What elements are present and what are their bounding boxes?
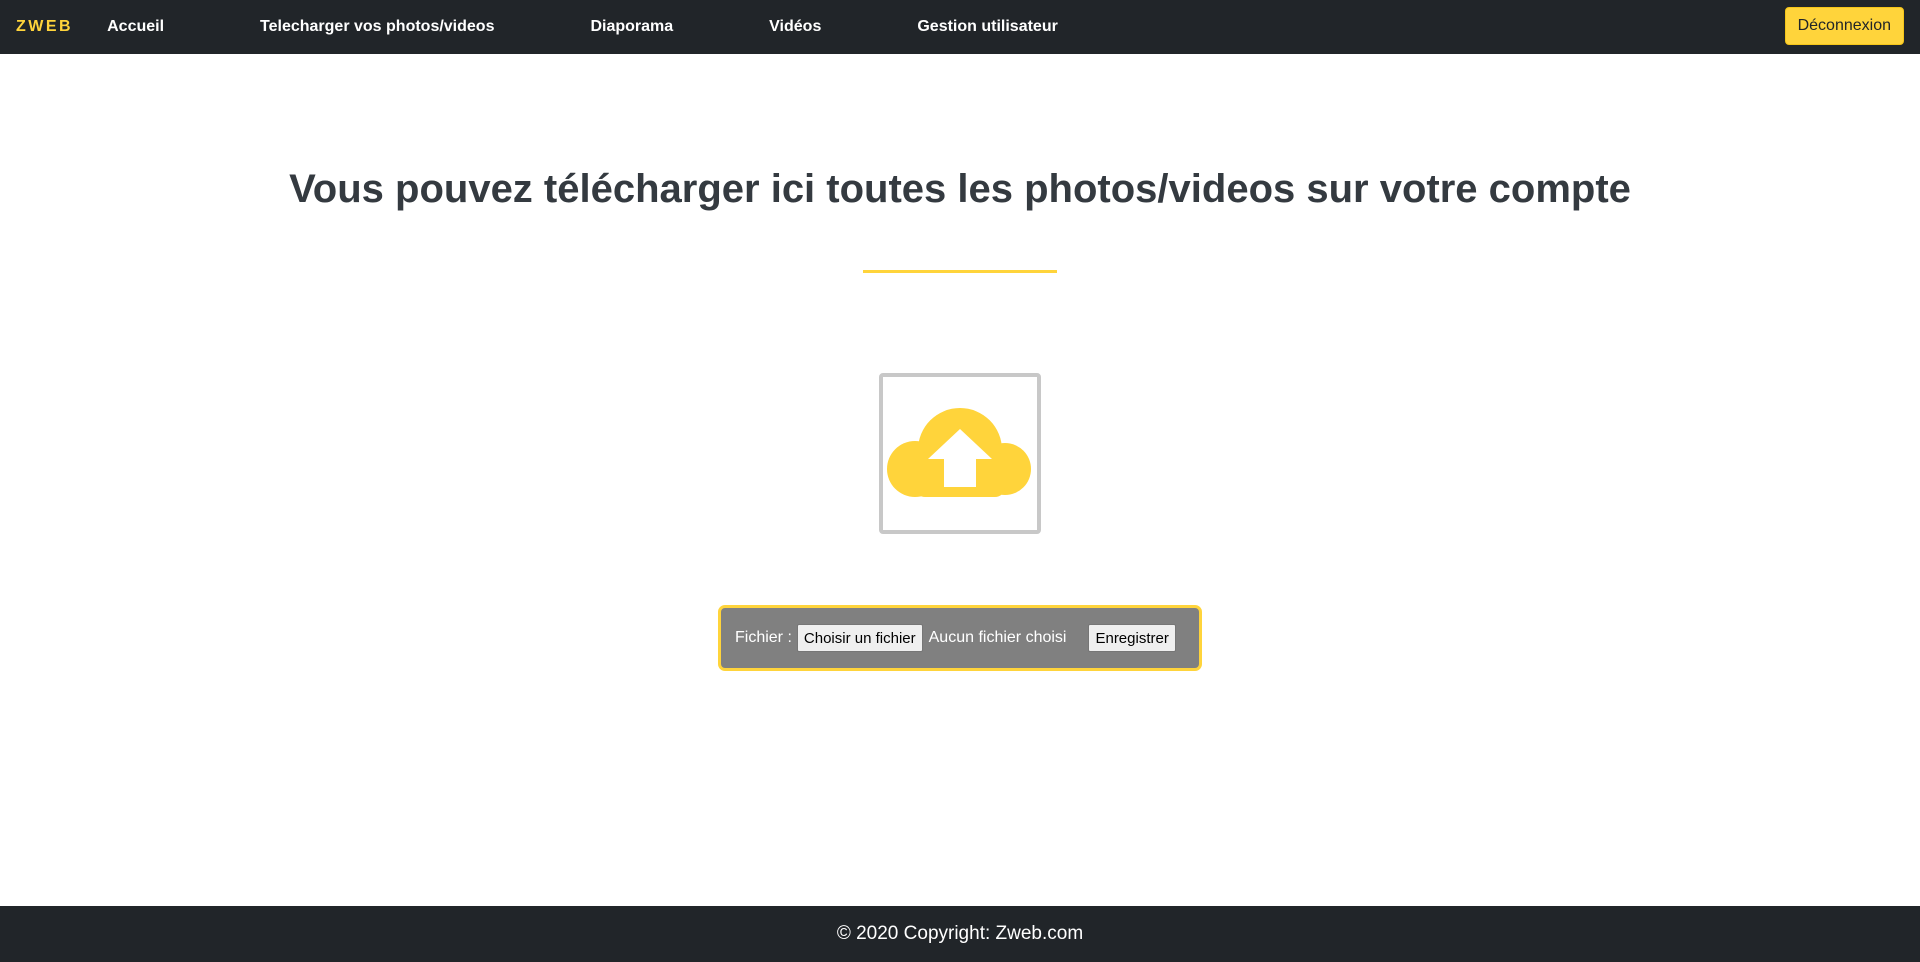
nav-link-user-management[interactable]: Gestion utilisateur (869, 18, 1105, 36)
file-label: Fichier : (735, 629, 792, 646)
file-status-text: Aucun fichier choisi (928, 629, 1067, 646)
top-navbar: ZWEB Accueil Telecharger vos photos/vide… (0, 0, 1920, 54)
nav-link-videos[interactable]: Vidéos (721, 18, 869, 36)
page-title: Vous pouvez télécharger ici toutes les p… (289, 167, 1631, 211)
brand-logo[interactable]: ZWEB (16, 18, 73, 36)
nav-links: Accueil Telecharger vos photos/videos Di… (107, 18, 1106, 36)
upload-image-frame (879, 373, 1041, 534)
copyright-text: © 2020 Copyright: Zweb.com (836, 923, 1084, 944)
save-button[interactable]: Enregistrer (1088, 624, 1176, 652)
upload-form: Fichier : Choisir un fichier Aucun fichi… (718, 605, 1202, 671)
nav-link-diaporama[interactable]: Diaporama (542, 18, 721, 36)
nav-link-upload[interactable]: Telecharger vos photos/videos (212, 18, 542, 36)
footer: © 2020 Copyright: Zweb.com (0, 906, 1920, 962)
logout-button[interactable]: Déconnexion (1784, 7, 1904, 45)
choose-file-button[interactable]: Choisir un fichier (796, 624, 923, 652)
main-content: Vous pouvez télécharger ici toutes les p… (0, 54, 1920, 906)
title-underline (863, 270, 1057, 273)
nav-link-accueil[interactable]: Accueil (107, 18, 212, 36)
cloud-upload-icon (887, 408, 1031, 497)
